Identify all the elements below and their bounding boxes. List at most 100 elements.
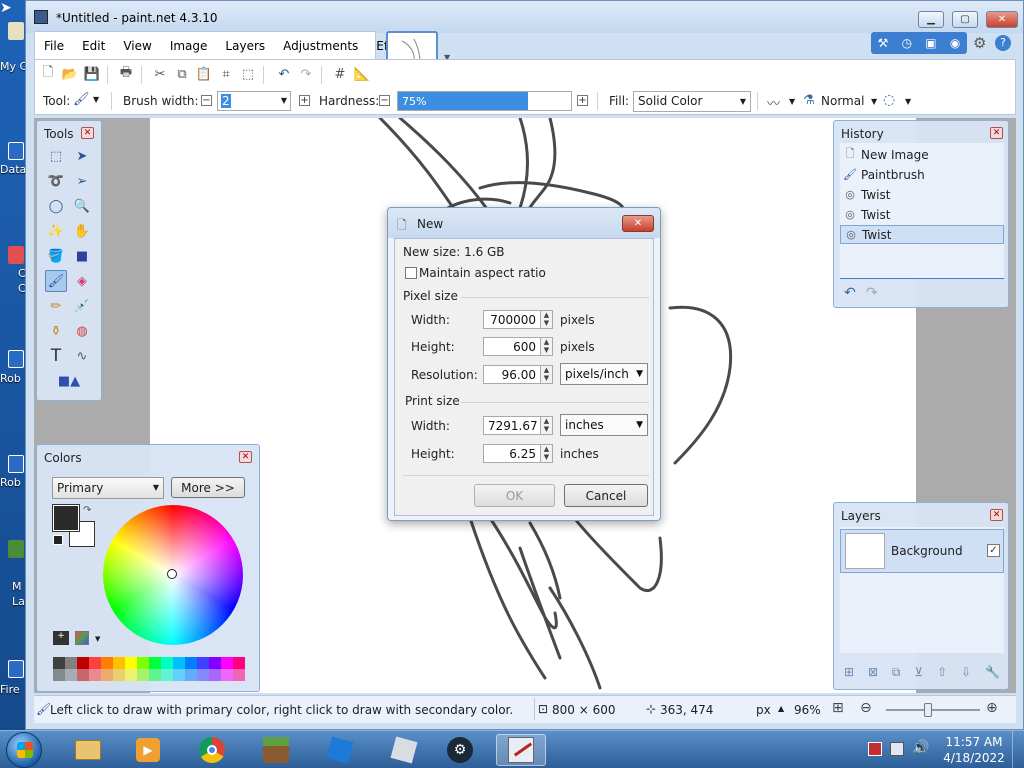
palette-swatch[interactable]	[65, 657, 77, 669]
shortcut-icon[interactable]	[8, 246, 24, 264]
tool-dropdown-icon[interactable]: ▼	[93, 95, 99, 104]
shapes-tool-icon[interactable]: ■▲	[51, 370, 87, 392]
tools-close-button[interactable]: ✕	[81, 127, 94, 139]
minecraft-taskbar-icon[interactable]	[256, 734, 296, 766]
menu-adjustments[interactable]: Adjustments	[274, 39, 367, 53]
history-undo-icon[interactable]: ↶	[844, 285, 856, 301]
clone-stamp-tool-icon[interactable]: ⚱	[45, 320, 67, 342]
palette-dropdown-icon[interactable]: ▼	[95, 635, 100, 643]
layer-row[interactable]: Background ✓	[840, 529, 1004, 573]
print-height-input[interactable]: 6.25	[483, 444, 541, 463]
move-layer-down-icon[interactable]: ⇩	[961, 665, 971, 683]
height-spinner[interactable]: ▲ ▼	[540, 337, 553, 356]
zoom-tool-icon[interactable]: 🔍	[71, 195, 93, 217]
ruler-icon[interactable]: 📐	[353, 65, 371, 83]
height-input[interactable]: 600	[483, 337, 541, 356]
palette-swatch[interactable]	[161, 657, 173, 669]
palette-swatch[interactable]	[197, 657, 209, 669]
color-wheel[interactable]	[103, 505, 243, 645]
roblox-taskbar-icon[interactable]	[384, 734, 424, 766]
roblox-studio-taskbar-icon[interactable]	[320, 734, 360, 766]
dialog-close-button[interactable]: ✕	[622, 215, 654, 232]
palette-swatch[interactable]	[113, 657, 125, 669]
width-input[interactable]: 700000	[483, 310, 541, 329]
history-item[interactable]: ◎ Twist	[840, 185, 1002, 204]
print-unit-select[interactable]: inches ▼	[560, 414, 648, 436]
layers-window-icon[interactable]: ▣	[925, 36, 936, 50]
cut-icon[interactable]: ✂	[151, 65, 169, 83]
move-selected-tool-icon[interactable]: ➤	[71, 145, 93, 167]
dialog-title-bar[interactable]: 🗋 New ✕	[388, 208, 660, 238]
paintbrush-tool-icon[interactable]: 🖌	[45, 270, 67, 292]
tray-volume-icon[interactable]: 🔊	[912, 740, 929, 756]
palette-swatch[interactable]	[53, 657, 65, 669]
hardness-slider[interactable]: 75%	[397, 91, 572, 111]
delete-layer-icon[interactable]: ⊠	[868, 665, 878, 683]
settings-gear-icon[interactable]: ⚙	[973, 34, 986, 52]
palette-swatch[interactable]	[77, 669, 89, 681]
history-item[interactable]: 🗋 New Image	[840, 145, 1002, 164]
shortcut-icon[interactable]	[8, 455, 24, 473]
magic-wand-tool-icon[interactable]: ✨	[45, 220, 67, 242]
rectangle-select-tool-icon[interactable]: ⬚	[45, 145, 67, 167]
pan-tool-icon[interactable]: ✋	[71, 220, 93, 242]
save-icon[interactable]: 💾	[83, 65, 101, 83]
more-colors-button[interactable]: More >>	[171, 477, 245, 498]
app-icon[interactable]	[34, 10, 48, 24]
palette-swatch[interactable]	[53, 669, 65, 681]
cancel-button[interactable]: Cancel	[564, 484, 648, 507]
swap-colors-icon[interactable]: ↷	[83, 505, 91, 516]
color-picker-tool-icon[interactable]: 💉	[71, 295, 93, 317]
resolution-spinner[interactable]: ▲ ▼	[540, 365, 553, 384]
pencil-tool-icon[interactable]: ✏	[45, 295, 67, 317]
crop-icon[interactable]: ⌗	[217, 65, 235, 83]
color-mode-select[interactable]: Primary ▼	[52, 477, 164, 499]
print-height-spinner[interactable]: ▲ ▼	[540, 444, 553, 463]
menu-view[interactable]: View	[114, 39, 160, 53]
clock-date[interactable]: 4/18/2022	[942, 751, 1006, 765]
merge-layer-icon[interactable]: ⊻	[914, 665, 923, 683]
lasso-select-tool-icon[interactable]: ➰	[45, 170, 67, 192]
palette-swatch[interactable]	[125, 669, 137, 681]
palette-swatch[interactable]	[197, 669, 209, 681]
paste-icon[interactable]: 📋	[195, 65, 213, 83]
zoom-slider[interactable]	[886, 703, 980, 717]
palette-swatch[interactable]	[161, 669, 173, 681]
zoom-to-window-icon[interactable]: ⊞	[832, 700, 844, 716]
palette-swatch[interactable]	[209, 669, 221, 681]
resolution-input[interactable]: 96.00	[483, 365, 541, 384]
layer-properties-icon[interactable]: 🔧	[985, 665, 1000, 683]
close-button[interactable]: ✕	[986, 11, 1018, 28]
palette-swatch[interactable]	[221, 669, 233, 681]
brush-width-dropdown-icon[interactable]: ▼	[281, 96, 287, 105]
palette-swatch[interactable]	[101, 669, 113, 681]
blend-mode-icon[interactable]: ⚗	[803, 93, 815, 108]
hardness-increase-button[interactable]: +	[577, 95, 588, 106]
resolution-unit-select[interactable]: pixels/inch ▼	[560, 363, 648, 385]
palette-swatch[interactable]	[137, 657, 149, 669]
reset-colors-icon[interactable]	[53, 535, 63, 545]
media-player-taskbar-icon[interactable]: ▶	[128, 734, 168, 766]
add-palette-color-icon[interactable]: +	[53, 631, 69, 645]
history-item[interactable]: ◎ Twist	[840, 205, 1002, 224]
zoom-slider-thumb[interactable]	[924, 703, 932, 717]
ellipse-select-tool-icon[interactable]: ◯	[45, 195, 67, 217]
menu-file[interactable]: File	[35, 39, 73, 53]
open-folder-icon[interactable]: 📂	[61, 65, 79, 83]
zoom-out-icon[interactable]: ⊖	[860, 700, 872, 716]
menu-edit[interactable]: Edit	[73, 39, 114, 53]
zoom-in-icon[interactable]: ⊕	[986, 700, 998, 716]
computer-icon[interactable]	[8, 22, 24, 40]
grid-icon[interactable]: #	[331, 65, 349, 83]
antialiasing-icon[interactable]: 〰	[767, 93, 780, 112]
palette-swatch[interactable]	[125, 657, 137, 669]
selection-mode-dropdown-icon[interactable]: ▼	[905, 97, 911, 106]
maintain-aspect-checkbox[interactable]	[405, 267, 417, 279]
palette-swatch[interactable]	[89, 669, 101, 681]
palette-swatch[interactable]	[233, 657, 245, 669]
text-tool-icon[interactable]: T	[45, 345, 67, 367]
primary-color-swatch[interactable]	[52, 504, 80, 532]
steam-taskbar-icon[interactable]: ⚙	[440, 734, 480, 766]
width-spinner[interactable]: ▲ ▼	[540, 310, 553, 329]
menu-layers[interactable]: Layers	[216, 39, 274, 53]
